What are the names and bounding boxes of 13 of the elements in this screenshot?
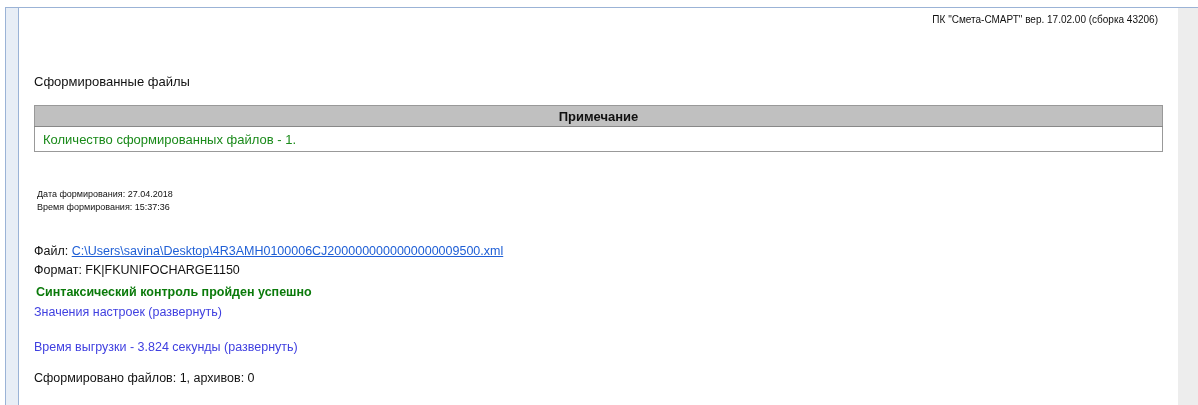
column-header: Примечание (34, 105, 1163, 127)
date-text: Дата формирования: 27.04.2018 (37, 188, 173, 201)
status-text: Синтаксический контроль пройден успешно (36, 285, 312, 299)
section-heading: Сформированные файлы (34, 74, 191, 89)
file-link[interactable]: C:\Users\savina\Desktop\4R3AMH0100006CJ2000000000000000009500.xml (71, 244, 504, 258)
table-cell: Количество сформированных файлов - 1. (34, 126, 1163, 152)
summary-text: Сформировано файлов: 1, архивов: 0 (34, 371, 255, 385)
version-label: ПК "Смета-СМАРТ" вер. 17.02.00 (сборка 43206) (932, 14, 1158, 25)
date-text: Время формирования: 15:37:36 (37, 201, 170, 214)
file-label: Файл: (34, 244, 69, 258)
settings-link[interactable]: Значения настроек (развернуть) (34, 305, 222, 319)
format-text: Формат: FK|FKUNIFOCHARGE1150 (34, 263, 240, 277)
timing-link[interactable]: Время выгрузки - 3.824 секунды (развернуть) (34, 340, 298, 354)
